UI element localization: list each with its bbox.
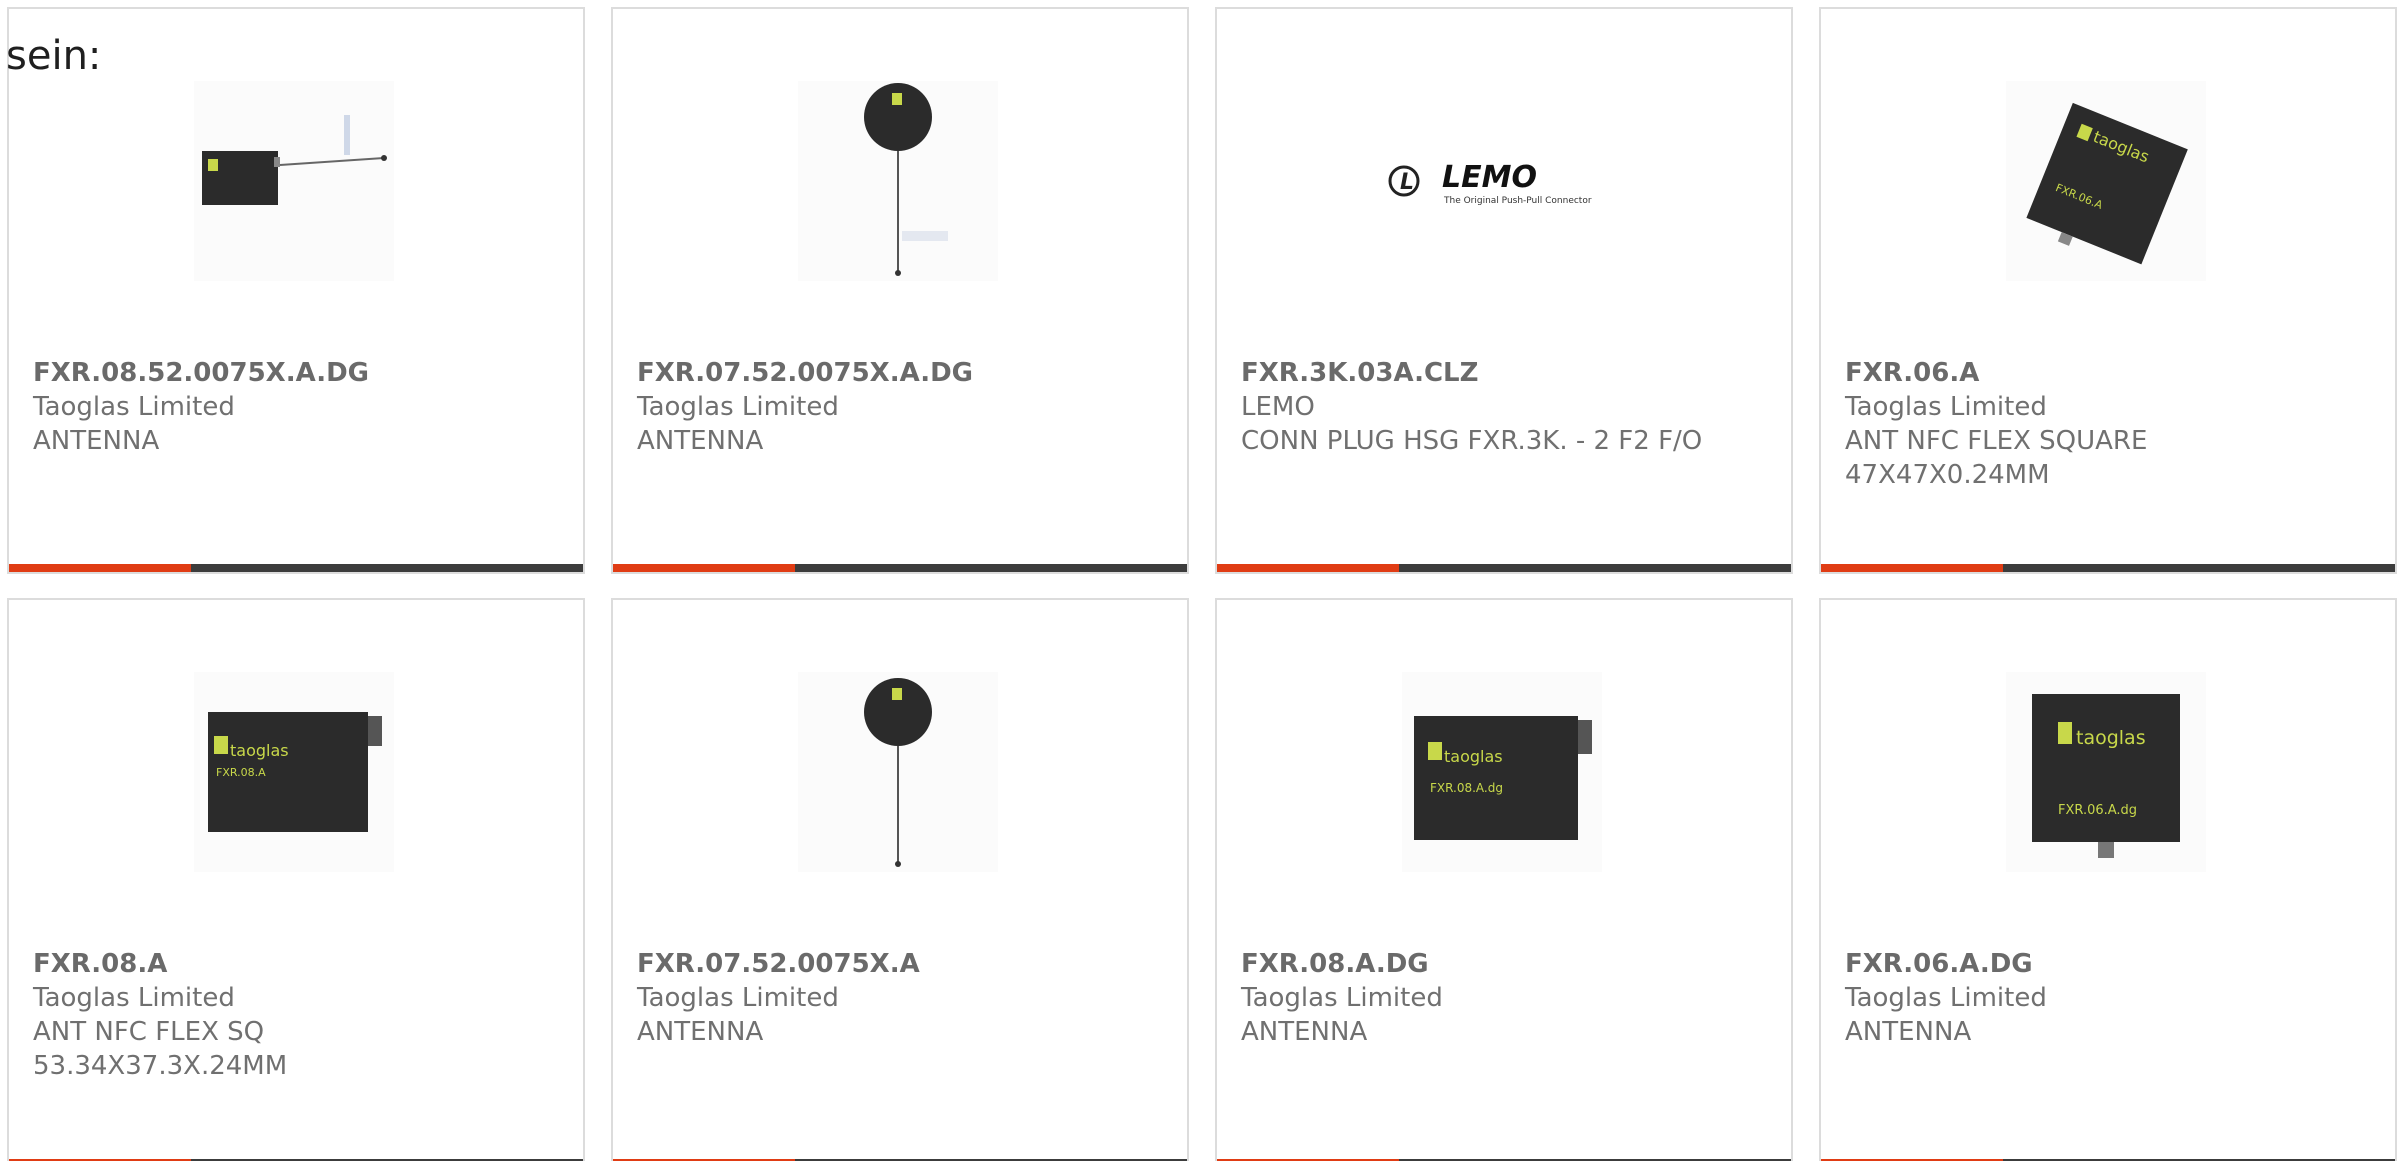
- product-card[interactable]: taoglas FXR.08.A FXR.08.A Taoglas Limite…: [7, 598, 585, 1161]
- description: CONN PLUG HSG FXR.3K. - 2 F2 F/O: [1241, 426, 1703, 456]
- square-flex-antenna-icon: taoglas FXR.06.A.dg: [2032, 694, 2180, 858]
- rectangular-flex-antenna-icon: [202, 115, 387, 205]
- manufacturer: Taoglas Limited: [33, 392, 235, 422]
- description: ANTENNA: [1241, 1017, 1368, 1047]
- product-card[interactable]: FXR.08.52.0075X.A.DG Taoglas Limited ANT…: [7, 7, 585, 574]
- antenna-label: FXR.08.A: [216, 766, 266, 779]
- part-number[interactable]: FXR.07.52.0075X.A.DG: [637, 356, 1127, 390]
- description: ANT NFC FLEX SQ 53.34X37.3X.24MM: [33, 1017, 288, 1081]
- manufacturer: Taoglas Limited: [1845, 983, 2047, 1013]
- rectangular-flex-antenna-icon: taoglas FXR.08.A.dg: [1414, 716, 1592, 840]
- card-accent: [9, 564, 191, 572]
- part-number[interactable]: FXR.07.52.0075X.A: [637, 947, 1127, 981]
- description: ANTENNA: [1845, 1017, 1972, 1047]
- product-image[interactable]: taoglas FXR.06.A.dg: [2006, 672, 2206, 872]
- product-card[interactable]: L LEMO The Original Push-Pull Connector …: [1215, 7, 1793, 574]
- product-image[interactable]: [194, 81, 394, 281]
- product-info: FXR.06.A.DG Taoglas Limited ANTENNA: [1845, 947, 2335, 1049]
- square-flex-antenna-icon: taoglas FXR.06.A: [2026, 102, 2188, 265]
- card-bottom-bar: [1821, 564, 2395, 572]
- svg-text:L: L: [1400, 170, 1414, 195]
- product-info: FXR.08.A Taoglas Limited ANT NFC FLEX SQ…: [33, 947, 523, 1083]
- card-bottom-bar: [1217, 564, 1791, 572]
- product-image[interactable]: taoglas FXR.08.A: [194, 672, 394, 872]
- manufacturer: Taoglas Limited: [637, 392, 839, 422]
- lemo-tagline: The Original Push-Pull Connector: [1443, 196, 1592, 206]
- brand-text: taoglas: [230, 741, 289, 760]
- manufacturer: LEMO: [1241, 392, 1315, 422]
- product-info: FXR.3K.03A.CLZ LEMO CONN PLUG HSG FXR.3K…: [1241, 356, 1731, 458]
- manufacturer: Taoglas Limited: [1241, 983, 1443, 1013]
- product-info: FXR.08.A.DG Taoglas Limited ANTENNA: [1241, 947, 1731, 1049]
- product-image[interactable]: L LEMO The Original Push-Pull Connector: [1382, 81, 1622, 281]
- product-image[interactable]: [798, 672, 998, 872]
- manufacturer: Taoglas Limited: [33, 983, 235, 1013]
- part-number[interactable]: FXR.08.A.DG: [1241, 947, 1731, 981]
- product-info: FXR.08.52.0075X.A.DG Taoglas Limited ANT…: [33, 356, 523, 458]
- card-bottom-bar: [9, 564, 583, 572]
- part-number[interactable]: FXR.08.A: [33, 947, 523, 981]
- description: ANT NFC FLEX SQUARE 47X47X0.24MM: [1845, 426, 2148, 490]
- product-card[interactable]: taoglas FXR.06.A FXR.06.A Taoglas Limite…: [1819, 7, 2397, 574]
- antenna-label: FXR.08.A.dg: [1430, 781, 1503, 795]
- product-card[interactable]: FXR.07.52.0075X.A Taoglas Limited ANTENN…: [611, 598, 1189, 1161]
- brand-text: taoglas: [1444, 747, 1503, 766]
- manufacturer: Taoglas Limited: [637, 983, 839, 1013]
- intro-text: sein:: [6, 33, 102, 79]
- card-accent: [1217, 564, 1399, 572]
- product-grid-page: sein: FXR.08.52.0075X.A.DG Taoglas Limit…: [0, 0, 2400, 1161]
- part-number[interactable]: FXR.06.A: [1845, 356, 2335, 390]
- card-bottom-bar: [613, 564, 1187, 572]
- product-info: FXR.07.52.0075X.A Taoglas Limited ANTENN…: [637, 947, 1127, 1049]
- manufacturer: Taoglas Limited: [1845, 392, 2047, 422]
- product-info: FXR.07.52.0075X.A.DG Taoglas Limited ANT…: [637, 356, 1127, 458]
- product-image[interactable]: taoglas FXR.08.A.dg: [1402, 672, 1602, 872]
- product-image[interactable]: taoglas FXR.06.A: [2006, 81, 2206, 281]
- part-number[interactable]: FXR.06.A.DG: [1845, 947, 2335, 981]
- product-card[interactable]: FXR.07.52.0075X.A.DG Taoglas Limited ANT…: [611, 7, 1189, 574]
- antenna-label: FXR.06.A.dg: [2058, 803, 2137, 818]
- rectangular-flex-antenna-icon: taoglas FXR.08.A: [208, 712, 382, 832]
- product-image[interactable]: [798, 81, 998, 281]
- card-accent: [1821, 564, 2003, 572]
- product-card[interactable]: taoglas FXR.08.A.dg FXR.08.A.DG Taoglas …: [1215, 598, 1793, 1161]
- lemo-logo-text: LEMO: [1442, 160, 1537, 195]
- round-flex-antenna-icon: [864, 83, 948, 276]
- lemo-logo-icon: L LEMO The Original Push-Pull Connector: [1388, 160, 1592, 206]
- product-card[interactable]: taoglas FXR.06.A.dg FXR.06.A.DG Taoglas …: [1819, 598, 2397, 1161]
- brand-text: taoglas: [2076, 727, 2146, 749]
- description: ANTENNA: [637, 1017, 764, 1047]
- description: ANTENNA: [637, 426, 764, 456]
- description: ANTENNA: [33, 426, 160, 456]
- part-number[interactable]: FXR.3K.03A.CLZ: [1241, 356, 1731, 390]
- product-info: FXR.06.A Taoglas Limited ANT NFC FLEX SQ…: [1845, 356, 2335, 492]
- card-accent: [613, 564, 795, 572]
- round-flex-antenna-icon: [864, 678, 932, 867]
- part-number[interactable]: FXR.08.52.0075X.A.DG: [33, 356, 523, 390]
